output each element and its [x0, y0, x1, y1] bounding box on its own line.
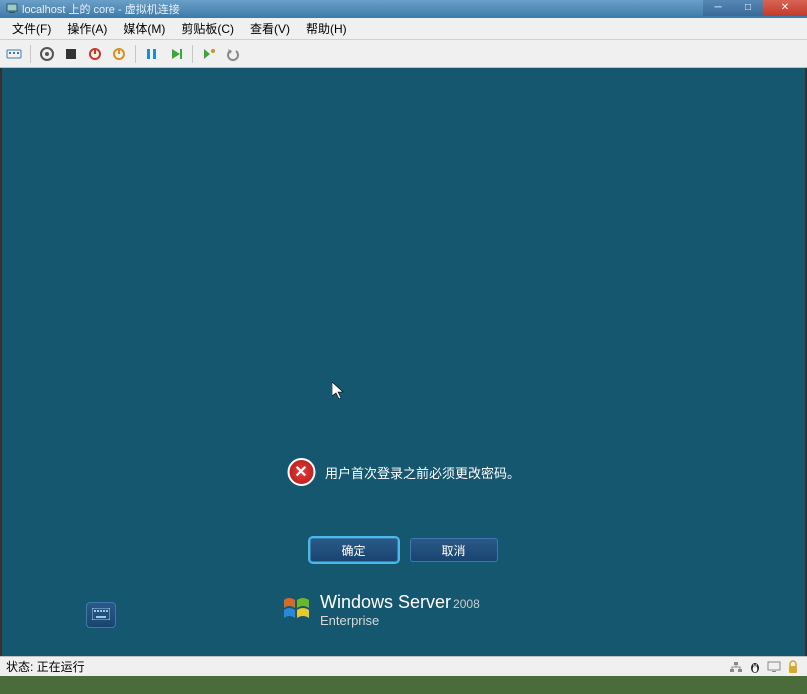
- ctrl-alt-del-icon[interactable]: [4, 44, 24, 64]
- login-message: ✕ 用户首次登录之前必须更改密码。: [287, 458, 520, 486]
- product-year: 2008: [453, 597, 480, 611]
- status-text: 状态: 正在运行: [6, 658, 85, 675]
- product-edition: Enterprise: [320, 613, 480, 628]
- minimize-button[interactable]: ─: [703, 0, 733, 16]
- ok-button[interactable]: 确定: [310, 538, 398, 562]
- revert-icon[interactable]: [223, 44, 243, 64]
- menu-action[interactable]: 操作(A): [59, 18, 115, 39]
- save-icon[interactable]: [109, 44, 129, 64]
- pause-icon[interactable]: [142, 44, 162, 64]
- login-message-text: 用户首次登录之前必须更改密码。: [325, 463, 520, 482]
- penguin-icon: [747, 659, 763, 675]
- dialog-buttons: 确定 取消: [310, 538, 498, 562]
- menu-media[interactable]: 媒体(M): [115, 18, 173, 39]
- mouse-cursor-icon: [332, 382, 346, 403]
- menu-clipboard[interactable]: 剪贴板(C): [173, 18, 242, 39]
- menu-bar: 文件(F) 操作(A) 媒体(M) 剪贴板(C) 查看(V) 帮助(H): [0, 18, 807, 40]
- branding-text: Windows Server2008 Enterprise: [320, 592, 480, 628]
- close-button[interactable]: ✕: [763, 0, 807, 16]
- maximize-button[interactable]: □: [733, 0, 763, 16]
- ease-of-access-button[interactable]: [86, 602, 116, 628]
- product-name: Windows Server: [320, 592, 451, 612]
- display-icon: [766, 659, 782, 675]
- snapshot-icon[interactable]: [199, 44, 219, 64]
- toolbar-separator: [192, 45, 193, 63]
- toolbar-separator: [30, 45, 31, 63]
- cancel-button[interactable]: 取消: [410, 538, 498, 562]
- status-icons: [728, 659, 801, 675]
- window-title: localhost 上的 core - 虚拟机连接: [22, 1, 180, 17]
- windows-logo-icon: [282, 594, 312, 627]
- guest-display[interactable]: ✕ 用户首次登录之前必须更改密码。 确定 取消 Windows Server20…: [0, 68, 807, 656]
- menu-help[interactable]: 帮助(H): [298, 18, 355, 39]
- window-titlebar: localhost 上的 core - 虚拟机连接 ─ □ ✕: [0, 0, 807, 18]
- menu-file[interactable]: 文件(F): [4, 18, 59, 39]
- error-icon: ✕: [287, 458, 315, 486]
- turnoff-icon[interactable]: [61, 44, 81, 64]
- status-bar: 状态: 正在运行: [0, 656, 807, 676]
- shutdown-icon[interactable]: [85, 44, 105, 64]
- start-icon[interactable]: [37, 44, 57, 64]
- toolbar: [0, 40, 807, 68]
- network-icon: [728, 659, 744, 675]
- vm-icon: [6, 2, 18, 17]
- menu-view[interactable]: 查看(V): [242, 18, 298, 39]
- lock-icon: [785, 659, 801, 675]
- keyboard-icon: [92, 608, 110, 623]
- toolbar-separator: [135, 45, 136, 63]
- window-controls: ─ □ ✕: [703, 0, 807, 16]
- reset-icon[interactable]: [166, 44, 186, 64]
- os-branding: Windows Server2008 Enterprise: [282, 592, 480, 628]
